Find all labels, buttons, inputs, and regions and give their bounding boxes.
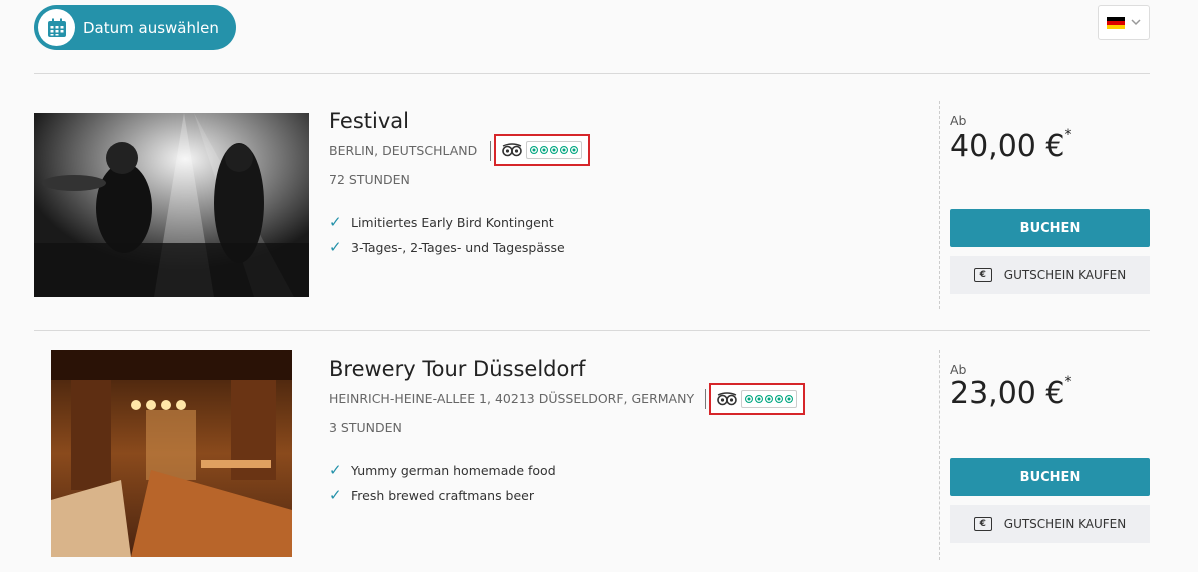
tripadvisor-owl-icon	[717, 392, 737, 406]
check-icon: ✓	[329, 213, 342, 231]
feature-text: Limitiertes Early Bird Kontingent	[351, 214, 554, 230]
feature-text: Fresh brewed craftmans beer	[351, 487, 535, 503]
price-prefix: Ab	[950, 113, 967, 128]
event-title[interactable]: Festival	[329, 109, 409, 133]
event-image-brewery[interactable]	[51, 350, 292, 557]
voucher-label: GUTSCHEIN KAUFEN	[1003, 517, 1127, 531]
event-location: BERLIN, DEUTSCHLAND	[329, 143, 478, 158]
event-title[interactable]: Brewery Tour Düsseldorf	[329, 357, 585, 381]
feature-text: 3-Tages-, 2-Tages- und Tagespässe	[351, 239, 565, 255]
feature-item: ✓ Yummy german homemade food	[329, 461, 556, 479]
calendar-icon	[38, 9, 75, 46]
feature-item: ✓ Fresh brewed craftmans beer	[329, 486, 534, 504]
check-icon: ✓	[329, 486, 342, 504]
feature-text: Yummy german homemade food	[351, 462, 556, 478]
check-icon: ✓	[329, 238, 342, 256]
price-prefix: Ab	[950, 362, 967, 377]
euro-voucher-icon: €	[973, 268, 992, 282]
book-button[interactable]: BUCHEN	[950, 458, 1150, 496]
euro-voucher-icon: €	[973, 517, 992, 531]
separator	[705, 389, 706, 409]
tripadvisor-rating-badge[interactable]	[494, 134, 590, 166]
divider	[34, 73, 1150, 74]
vertical-divider	[939, 101, 940, 309]
divider	[34, 330, 1150, 331]
rating-circles	[526, 141, 582, 159]
vertical-divider	[939, 350, 940, 560]
tripadvisor-owl-icon	[502, 143, 522, 157]
chevron-down-icon	[1131, 19, 1141, 26]
buy-voucher-button[interactable]: € GUTSCHEIN KAUFEN	[950, 505, 1150, 543]
buy-voucher-button[interactable]: € GUTSCHEIN KAUFEN	[950, 256, 1150, 294]
event-card-festival: Festival BERLIN, DEUTSCHLAND 72 STUNDEN …	[34, 101, 1150, 311]
check-icon: ✓	[329, 461, 342, 479]
language-selector[interactable]	[1098, 5, 1150, 40]
voucher-label: GUTSCHEIN KAUFEN	[1003, 268, 1127, 282]
event-price: 40,00 €*	[950, 127, 1072, 164]
feature-item: ✓ Limitiertes Early Bird Kontingent	[329, 213, 554, 231]
book-button[interactable]: BUCHEN	[950, 209, 1150, 247]
event-duration: 72 STUNDEN	[329, 172, 410, 187]
event-image-festival[interactable]	[34, 113, 309, 297]
german-flag-icon	[1107, 16, 1125, 29]
event-duration: 3 STUNDEN	[329, 420, 402, 435]
select-date-button[interactable]: Datum auswählen	[34, 5, 236, 50]
feature-item: ✓ 3-Tages-, 2-Tages- und Tagespässe	[329, 238, 565, 256]
event-location: HEINRICH-HEINE-ALLEE 1, 40213 DÜSSELDORF…	[329, 391, 695, 406]
separator	[490, 141, 491, 161]
event-price: 23,00 €*	[950, 374, 1072, 411]
tripadvisor-rating-badge[interactable]	[709, 383, 805, 415]
rating-circles	[741, 390, 797, 408]
page: Datum auswählen Festival BERLIN, DEUTSCH…	[0, 0, 1198, 572]
event-card-brewery-tour: Brewery Tour Düsseldorf HEINRICH-HEINE-A…	[34, 350, 1150, 560]
select-date-label: Datum auswählen	[83, 18, 219, 37]
